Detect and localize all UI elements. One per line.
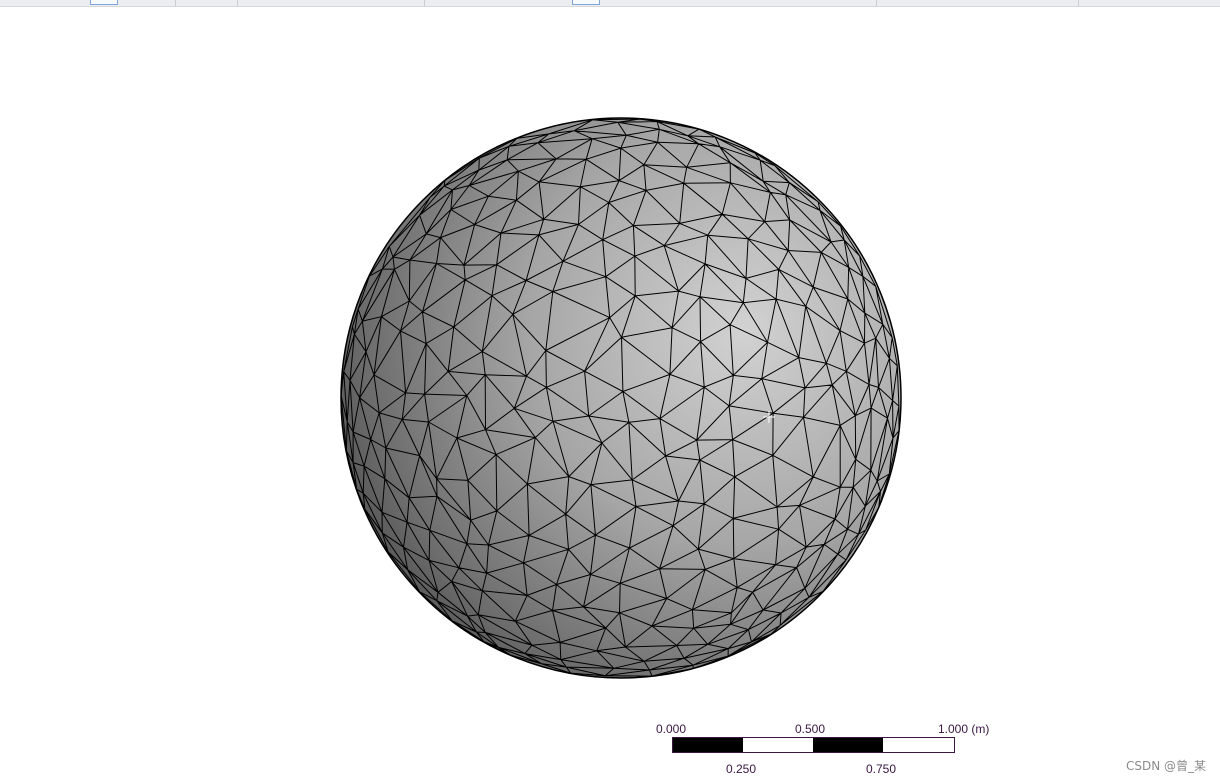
toolbar-strip bbox=[0, 0, 1220, 7]
watermark: CSDN @曾_某 bbox=[1125, 759, 1206, 773]
sphere-mesh-view[interactable] bbox=[0, 7, 1220, 782]
scale-label-1-0: 1.000 (m) bbox=[938, 722, 990, 736]
scale-label-0-25: 0.250 bbox=[726, 762, 757, 776]
toolbar-separator bbox=[237, 0, 238, 6]
scale-label-0-5: 0.500 bbox=[795, 722, 826, 736]
scale-label-0: 0.000 bbox=[656, 722, 687, 736]
toolbar-separator bbox=[175, 0, 176, 6]
toolbar-button[interactable] bbox=[90, 0, 118, 5]
toolbar-separator bbox=[876, 0, 877, 6]
scale-segment bbox=[673, 738, 743, 752]
scale-label-0-75: 0.750 bbox=[866, 762, 897, 776]
toolbar-separator bbox=[424, 0, 425, 6]
scale-bar-graphic bbox=[672, 737, 955, 753]
graphics-viewport[interactable]: 0.000 0.500 1.000 (m) 0.250 0.750 bbox=[0, 7, 1220, 782]
toolbar-button[interactable] bbox=[572, 0, 600, 5]
scale-segment bbox=[813, 738, 883, 752]
toolbar-separator bbox=[1078, 0, 1079, 6]
